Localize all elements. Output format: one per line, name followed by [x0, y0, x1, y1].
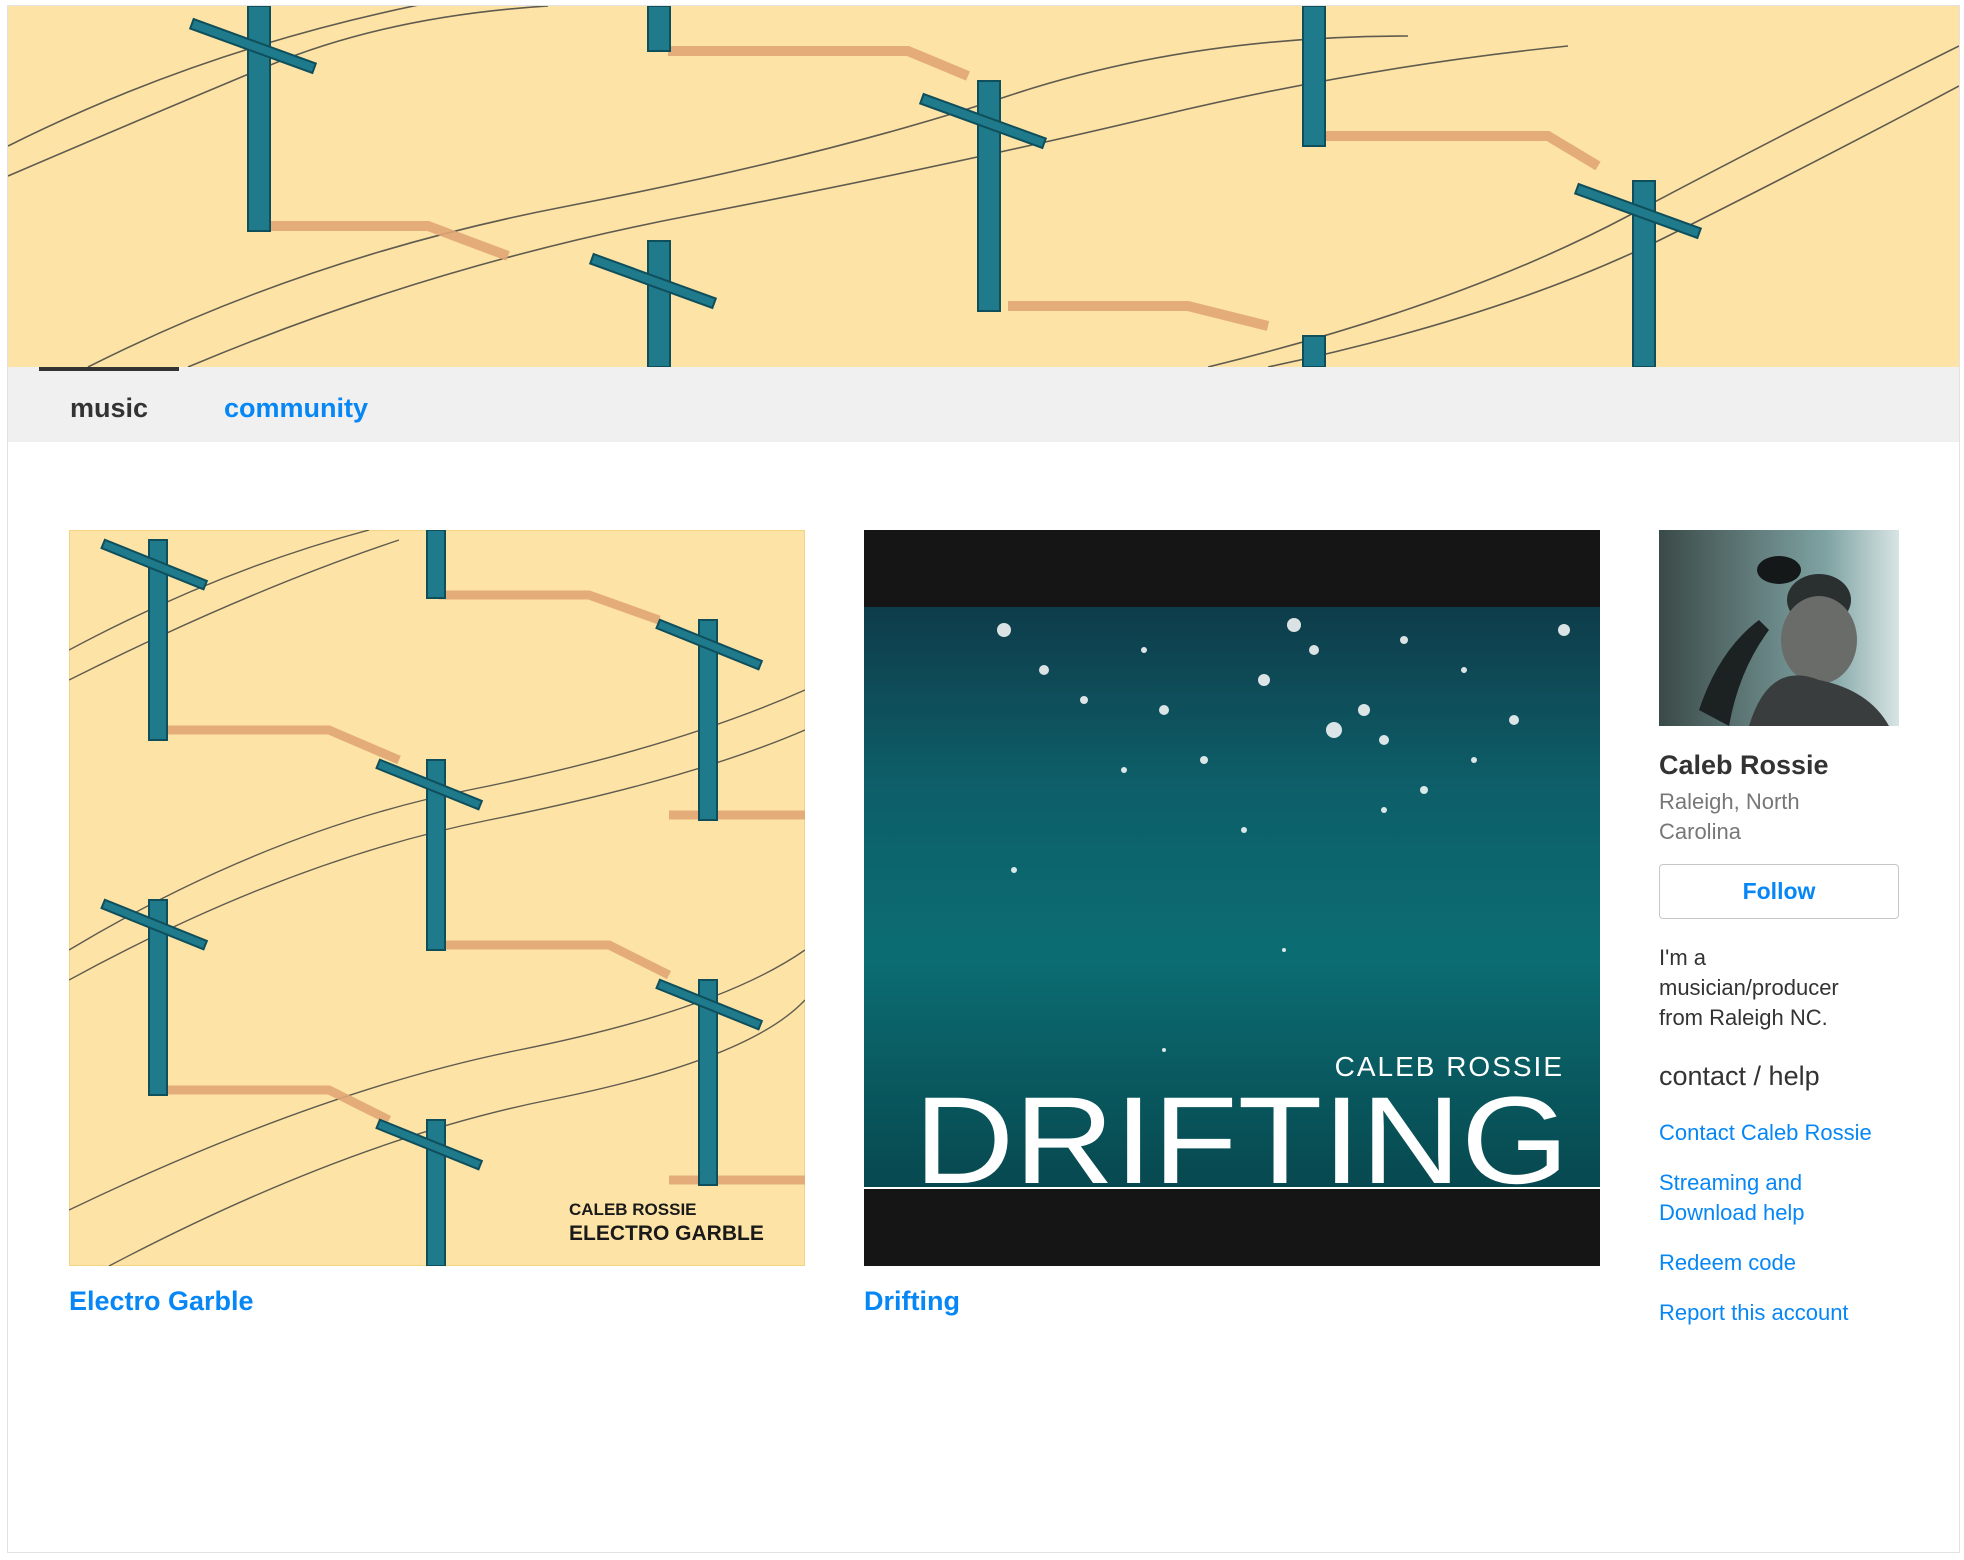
cover-title-text: ELECTRO GARBLE	[569, 1222, 764, 1245]
page-frame: music community CALEB ROSSIE ELECTRO GAR…	[7, 5, 1960, 1553]
artist-name: Caleb Rossie	[1659, 750, 1829, 780]
album-title-link[interactable]: Drifting	[864, 1286, 960, 1317]
artist-photo[interactable]	[1659, 530, 1899, 726]
artist-location: Raleigh, North Carolina	[1659, 789, 1800, 844]
report-account-link[interactable]: Report this account	[1659, 1298, 1909, 1328]
header-banner-image	[8, 6, 1959, 367]
cover-artist-text: CALEB ROSSIE	[569, 1200, 697, 1219]
album-cover-drifting[interactable]: CALEB ROSSIE DRIFTING	[864, 530, 1600, 1266]
album-cover-electro-garble[interactable]: CALEB ROSSIE ELECTRO GARBLE	[69, 530, 805, 1266]
follow-button[interactable]: Follow	[1659, 864, 1899, 919]
tab-music[interactable]: music	[39, 367, 179, 442]
album-card-electro-garble: CALEB ROSSIE ELECTRO GARBLE Electro Garb…	[69, 530, 805, 1317]
tab-community[interactable]: community	[224, 367, 368, 442]
contact-artist-link[interactable]: Contact Caleb Rossie	[1659, 1118, 1909, 1148]
artist-sidebar: Caleb Rossie Raleigh, North Carolina Fol…	[1659, 530, 1909, 1328]
album-title-link[interactable]: Electro Garble	[69, 1286, 254, 1317]
artist-bio: I'm a musician/producer from Raleigh NC.	[1659, 945, 1839, 1030]
cover-title-text: DRIFTING	[914, 1072, 1569, 1210]
album-card-drifting: CALEB ROSSIE DRIFTING Drifting	[864, 530, 1600, 1317]
nav-bar: music community	[8, 367, 1959, 442]
contact-heading: contact / help	[1659, 1061, 1820, 1091]
streaming-help-link[interactable]: Streaming and Download help	[1659, 1168, 1849, 1228]
redeem-code-link[interactable]: Redeem code	[1659, 1248, 1909, 1278]
